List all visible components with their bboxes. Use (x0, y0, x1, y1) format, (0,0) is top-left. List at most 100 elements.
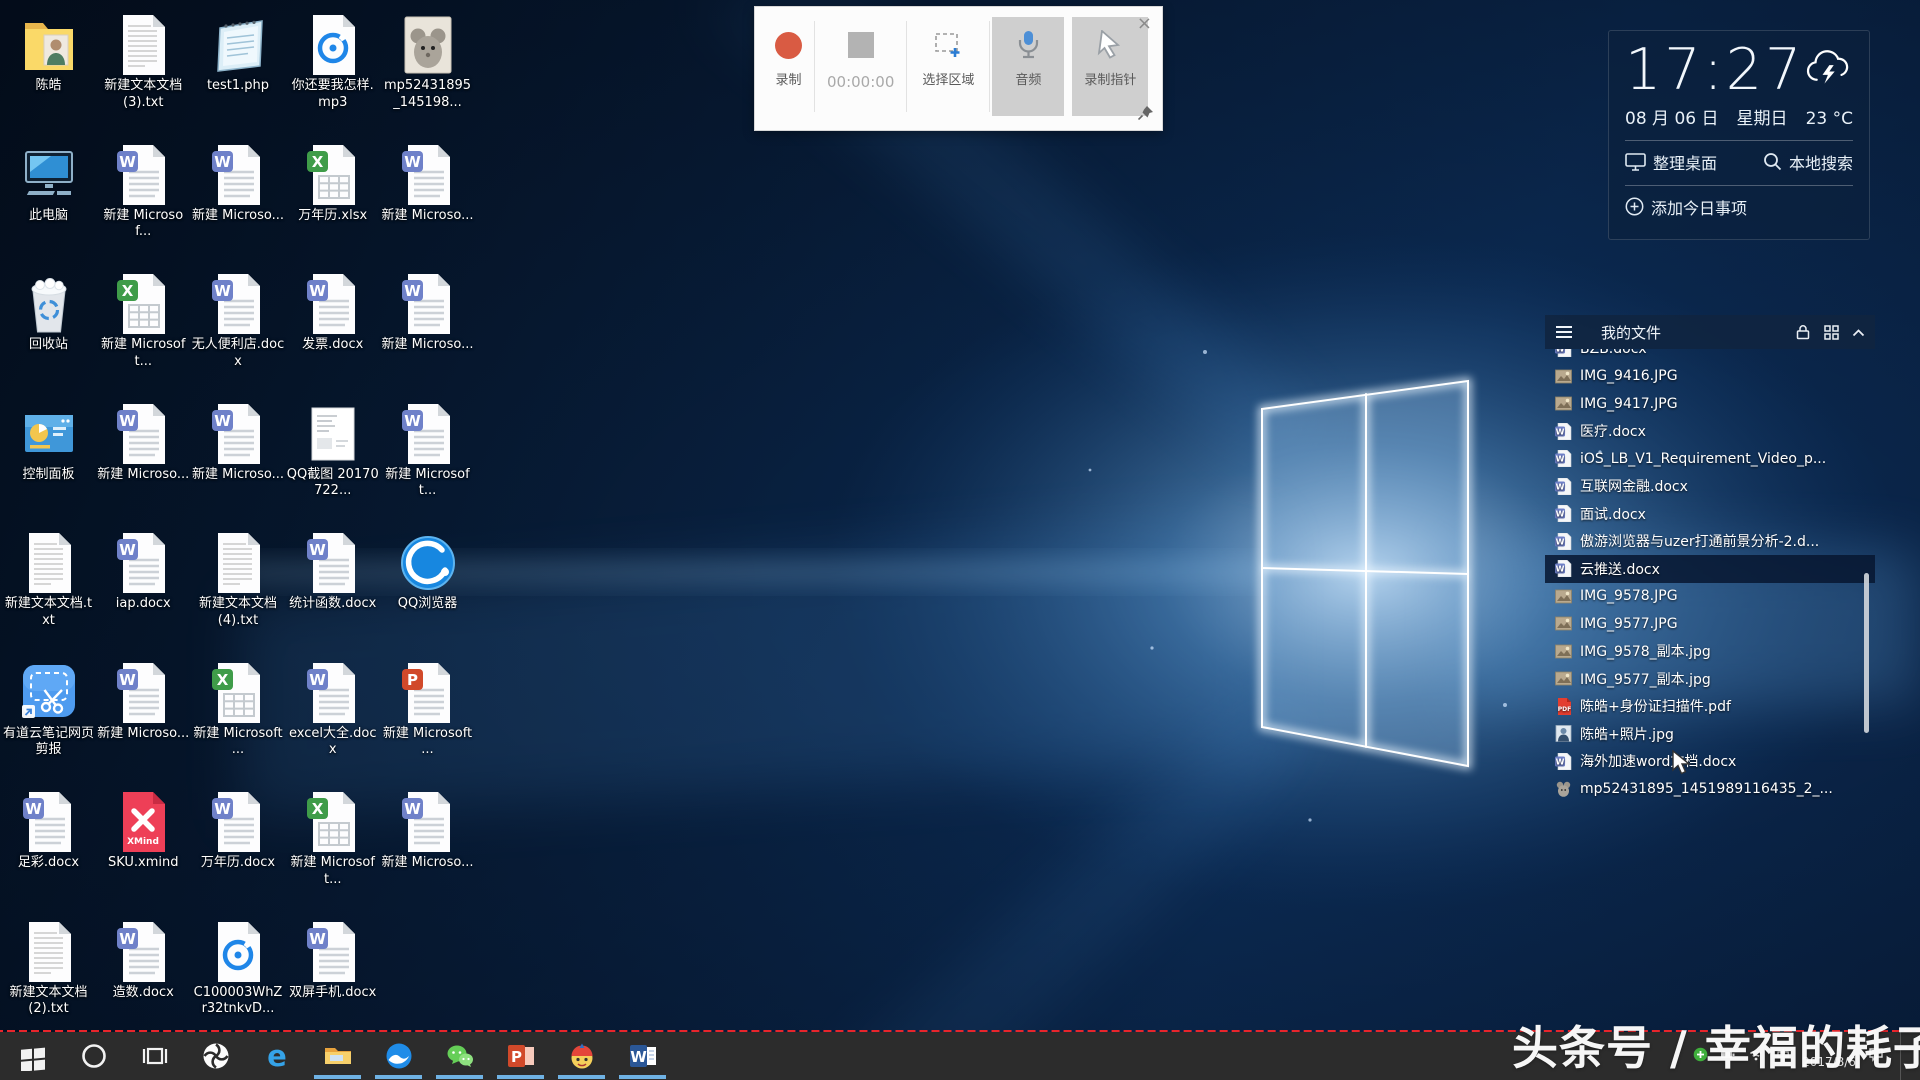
desktop-icon[interactable]: 陈皓 (2, 8, 95, 95)
file-list-item[interactable]: IMG_9417.JPG (1545, 390, 1875, 418)
file-list-item[interactable]: IMG_9577_副本.jpg (1545, 665, 1875, 693)
desktop-icon[interactable]: W万年历.docx (192, 785, 285, 872)
input-method-indicator[interactable]: 中 (1776, 1046, 1790, 1066)
desktop-icon[interactable]: X新建 Microsoft ... (192, 656, 285, 759)
lock-icon[interactable] (1795, 324, 1811, 340)
desktop-icon[interactable]: 此电脑 (2, 138, 95, 225)
action-center-icon[interactable] (1868, 1047, 1884, 1066)
file-list-item[interactable]: WBZB.docx (1545, 349, 1875, 363)
desktop-icon[interactable]: 新建文本文档 (2).txt (2, 915, 95, 1018)
desktop-icon[interactable]: 控制面板 (2, 397, 95, 484)
wifi-icon[interactable] (1748, 1047, 1764, 1066)
desktop-icon-label: 新建 Microso... (192, 467, 285, 484)
taskbar-file-explorer-icon[interactable] (307, 1032, 368, 1080)
desktop-icon[interactable]: W新建 Microso... (192, 397, 285, 484)
record-button[interactable]: 录制 (765, 17, 812, 116)
desktop-icon[interactable]: W双屏手机.docx (286, 915, 379, 1002)
show-desktop-strip[interactable] (1900, 1032, 1906, 1080)
desktop-icon[interactable]: W新建 Microso... (97, 397, 190, 484)
select-region-button[interactable]: 选择区域 (909, 17, 987, 116)
desktop-icon[interactable]: W新建 Microso... (381, 138, 474, 225)
desktop-icon[interactable]: Wexcel大全.docx (286, 656, 379, 759)
desktop-icon[interactable]: C100003WhZr32tnkvD... (192, 915, 285, 1018)
desktop-icon[interactable]: W统计函数.docx (286, 526, 379, 613)
desktop-icon[interactable]: 新建文本文档.txt (2, 526, 95, 629)
taskbar-start-icon[interactable] (2, 1032, 63, 1080)
taskbar-qq-browser-icon[interactable] (368, 1032, 429, 1080)
clock-date: 08 月 06 日 (1625, 104, 1718, 129)
file-list-item[interactable]: mp52431895_1451989116435_2_... (1545, 775, 1875, 803)
thunderstorm-icon (1804, 48, 1853, 92)
desktop-icon[interactable]: X新建 Microsoft... (286, 785, 379, 888)
desktop-icon[interactable]: QQ浏览器 (381, 526, 474, 613)
svg-text:W: W (119, 541, 136, 559)
close-icon[interactable]: × (1137, 17, 1152, 31)
desktop-icon[interactable]: W造数.docx (97, 915, 190, 1002)
audio-toggle-button[interactable]: 音频 (992, 17, 1064, 116)
media-icon (300, 8, 366, 76)
desktop-icon[interactable]: W新建 Microso... (97, 656, 190, 743)
desktop-icon[interactable]: W新建 Microsoft... (381, 397, 474, 500)
stop-button[interactable]: 00:00:00 (817, 17, 904, 116)
hamburger-menu-icon[interactable] (1555, 325, 1573, 339)
file-list-item[interactable]: W海外加速word文档.docx (1545, 748, 1875, 776)
desktop-icon[interactable]: XMindSKU.xmind (97, 785, 190, 872)
file-list-item[interactable]: 陈皓+照片.jpg (1545, 720, 1875, 748)
desktop-icon[interactable]: 有道云笔记网页剪报 (2, 656, 95, 759)
desktop-icon[interactable]: test1.php (192, 8, 285, 95)
audio-label: 音频 (1015, 73, 1041, 89)
desktop-icon[interactable]: 你还要我怎样.mp3 (286, 8, 379, 111)
file-list-item[interactable]: IMG_9578_副本.jpg (1545, 638, 1875, 666)
battery-icon[interactable] (1720, 1047, 1736, 1066)
taskbar-task-view-icon[interactable] (124, 1032, 185, 1080)
organize-desktop-button[interactable]: 整理桌面 (1625, 150, 1717, 174)
desktop-icon[interactable]: W新建 Microso... (381, 267, 474, 354)
taskbar-pinwheel-app-icon[interactable] (185, 1032, 246, 1080)
svg-text:W: W (119, 930, 136, 948)
file-list-item[interactable]: IMG_9416.JPG (1545, 363, 1875, 391)
security-tray-icon[interactable] (1693, 1047, 1708, 1066)
pin-icon[interactable] (1138, 105, 1154, 124)
word-file-icon: W (1555, 478, 1572, 495)
desktop-icon[interactable]: W无人便利店.docx (192, 267, 285, 370)
desktop-icon[interactable]: W新建 Microso... (192, 138, 285, 225)
desktop-icon-label: 回收站 (2, 337, 95, 354)
desktop-icon[interactable]: X万年历.xlsx (286, 138, 379, 225)
desktop-icon[interactable]: W新建 Microsof... (97, 138, 190, 241)
desktop-icon[interactable]: W发票.docx (286, 267, 379, 354)
desktop-icon[interactable]: Wiap.docx (97, 526, 190, 613)
desktop-icon[interactable]: 回收站 (2, 267, 95, 354)
taskbar-word-icon[interactable]: W (612, 1032, 673, 1080)
desktop-icon[interactable]: mp52431895_145198... (381, 8, 474, 111)
word-icon: W (110, 138, 176, 206)
grid-view-icon[interactable] (1824, 325, 1839, 340)
taskbar-powerpoint-icon[interactable]: P (490, 1032, 551, 1080)
desktop-icon[interactable]: X新建 Microsoft... (97, 267, 190, 370)
desktop-icon[interactable]: 新建文本文档 (4).txt (192, 526, 285, 629)
svg-text:X: X (311, 153, 323, 171)
taskbar-date[interactable]: 2017/8/6 (1802, 1041, 1856, 1071)
scrollbar-thumb[interactable] (1864, 573, 1869, 733)
file-list-item[interactable]: IMG_9578.JPG (1545, 583, 1875, 611)
file-list-item[interactable]: W傲游浏览器与uzer打通前景分析-2.d... (1545, 528, 1875, 556)
file-list-item[interactable]: WiOS_LB_V1_Requirement_Video_p... (1545, 445, 1875, 473)
file-list-item[interactable]: W医疗.docx (1545, 418, 1875, 446)
desktop-icon[interactable]: W新建 Microso... (381, 785, 474, 872)
local-search-button[interactable]: 本地搜索 (1763, 150, 1853, 174)
file-list-item[interactable]: PDF陈皓+身份证扫描件.pdf (1545, 693, 1875, 721)
file-list-item[interactable]: IMG_9577.JPG (1545, 610, 1875, 638)
file-list-item[interactable]: W互联网金融.docx (1545, 473, 1875, 501)
chevron-up-icon[interactable] (1852, 328, 1865, 337)
desktop-icon[interactable]: W足彩.docx (2, 785, 95, 872)
taskbar-edge-icon[interactable]: e (246, 1032, 307, 1080)
desktop-icon[interactable]: QQ截图 20170722... (286, 397, 379, 500)
file-name: IMG_9416.JPG (1580, 368, 1678, 384)
desktop-icon[interactable]: 新建文本文档 (3).txt (97, 8, 190, 111)
desktop-icon[interactable]: P新建 Microsoft ... (381, 656, 474, 759)
file-list-item[interactable]: W云推送.docx (1545, 555, 1875, 583)
taskbar-wechat-icon[interactable] (429, 1032, 490, 1080)
taskbar-cortana-icon[interactable] (63, 1032, 124, 1080)
add-todo-button[interactable]: 添加今日事项 (1625, 195, 1747, 219)
taskbar-mascot-app-icon[interactable] (551, 1032, 612, 1080)
file-list-item[interactable]: W面试.docx (1545, 500, 1875, 528)
